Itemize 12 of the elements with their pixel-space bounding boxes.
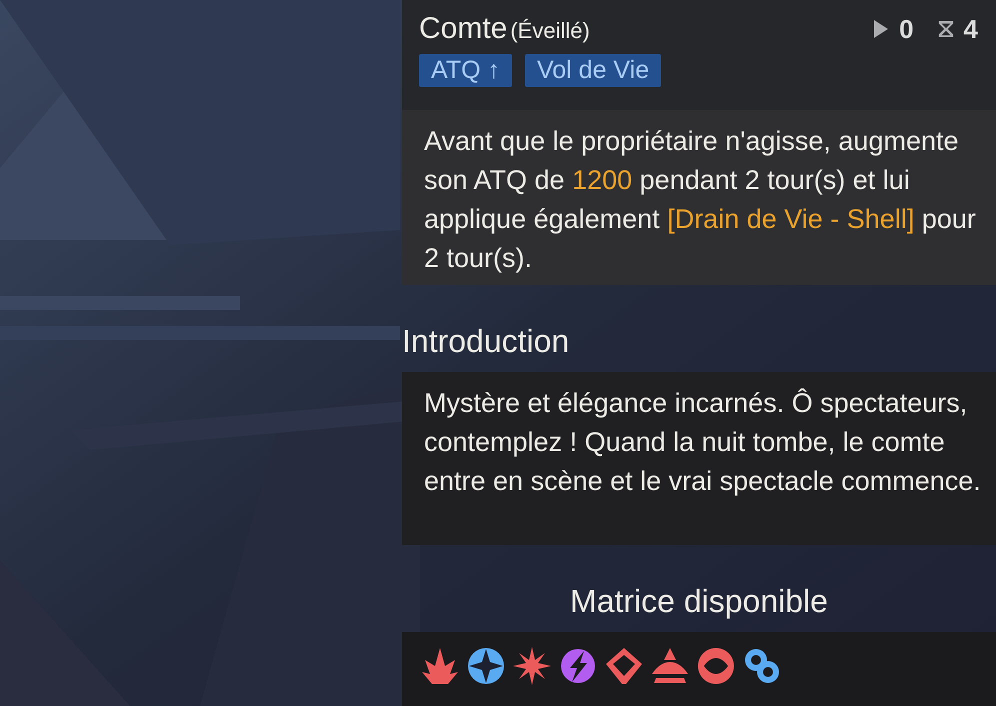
- introduction-text: Mystère et élégance incarnés. Ô spectateurs, contemplez ! Quand la nuit tombe, le comte entre en scène et le vrai spectacle commence.: [424, 387, 982, 498]
- hourglass-icon: [938, 19, 954, 39]
- skill-form: (Éveillé): [510, 18, 590, 44]
- section-heading: Matrice disponible: [569, 583, 829, 620]
- effect-tag: Vol de Vie: [524, 54, 662, 87]
- play-icon: [873, 19, 890, 39]
- counter-value: 0: [899, 14, 914, 44]
- skill-description: Avant que le propriétaire n'agisse, augmente son ATQ de 1200 pendant 2 tour(s) et lui applique également [Drain de Vie - Shell] pour 2 tour(s).: [424, 125, 977, 275]
- section-heading: Introduction: [402, 323, 570, 360]
- counter-value: 4: [964, 14, 978, 44]
- effect-tag: ATQ ↑: [419, 54, 512, 87]
- skill-name: Comte: [419, 12, 508, 46]
